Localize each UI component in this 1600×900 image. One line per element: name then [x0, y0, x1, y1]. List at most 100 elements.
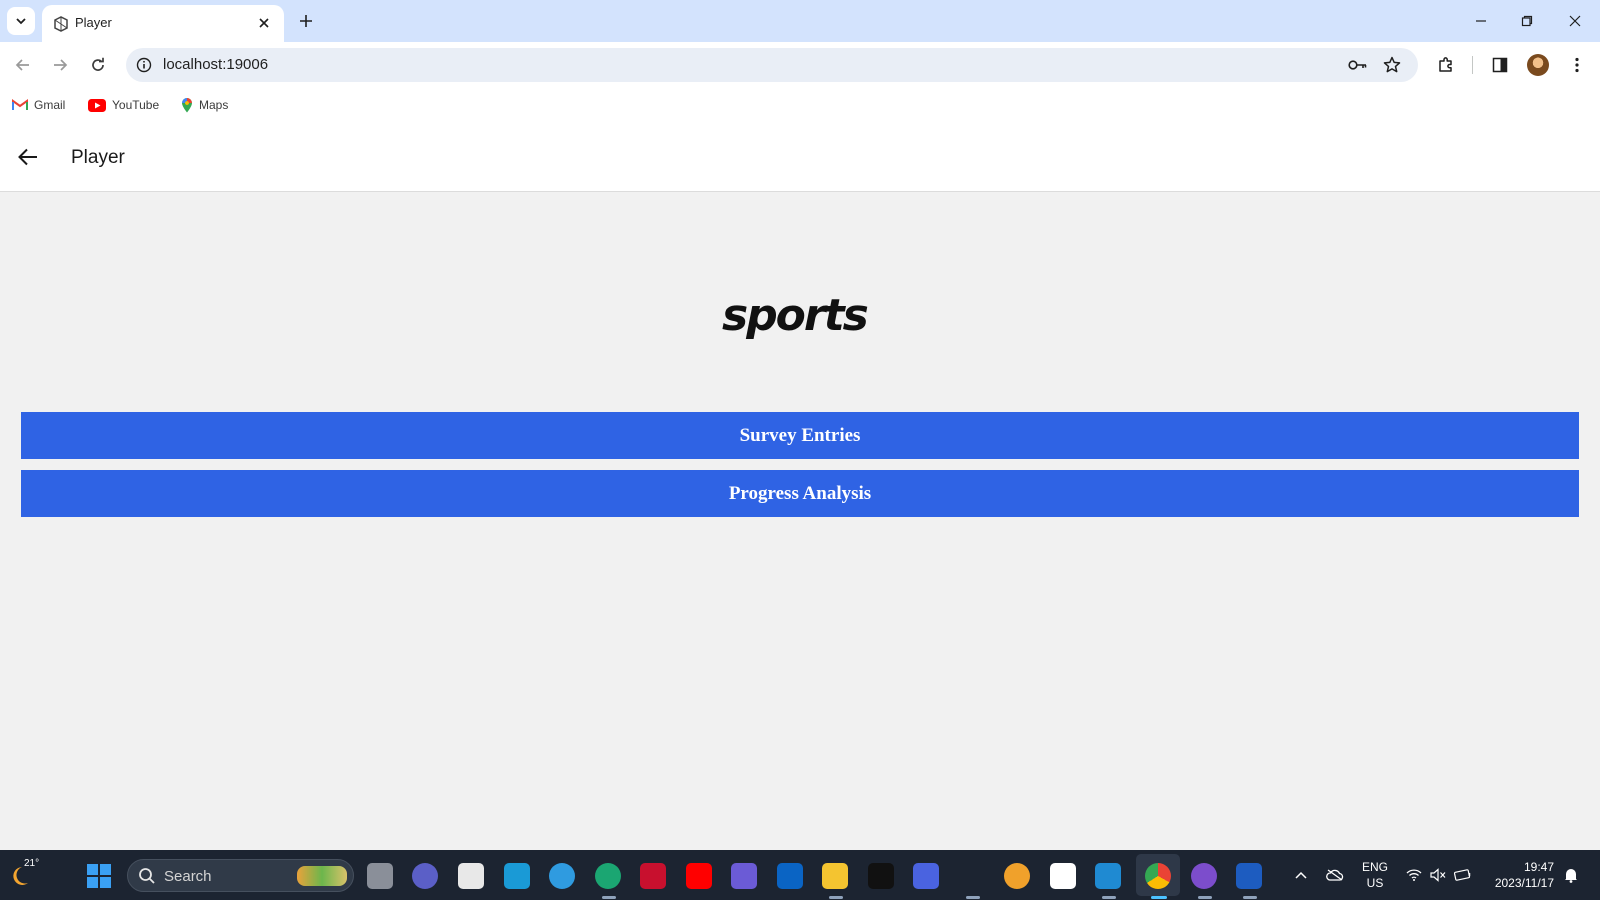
- gmail-icon: [12, 99, 28, 110]
- browser-tabstrip: Player: [0, 0, 1600, 42]
- volume-muted-icon: [1430, 868, 1446, 882]
- running-indicator-active: [1151, 896, 1167, 899]
- side-panel-icon: [1492, 57, 1508, 73]
- search-icon: [139, 868, 155, 884]
- tab-title: Player: [75, 15, 112, 30]
- browser-tab-active[interactable]: Player: [42, 5, 284, 42]
- battery-tray-button[interactable]: [1454, 866, 1472, 884]
- info-icon: [136, 57, 152, 73]
- tab-search-button[interactable]: [7, 7, 35, 35]
- progress-analysis-button[interactable]: Progress Analysis: [21, 470, 1579, 517]
- word-icon[interactable]: [1236, 863, 1262, 889]
- back-button[interactable]: [11, 53, 35, 77]
- site-info-button[interactable]: [134, 55, 154, 75]
- arrow-right-icon: [54, 59, 68, 71]
- tab-close-button[interactable]: [254, 13, 274, 33]
- key-icon: [1348, 60, 1367, 70]
- bookmark-youtube[interactable]: YouTube: [88, 96, 159, 114]
- start-button[interactable]: [87, 864, 111, 888]
- minimize-button[interactable]: [1469, 9, 1493, 33]
- extensions-button[interactable]: [1434, 53, 1458, 77]
- cloud-off-icon: [1326, 869, 1344, 881]
- app-header: Player: [0, 122, 1600, 192]
- side-panel-button[interactable]: [1488, 53, 1512, 77]
- restore-icon: [1521, 15, 1533, 27]
- chrome-icon[interactable]: [1145, 863, 1171, 889]
- header-back-button[interactable]: [14, 145, 42, 169]
- bookmark-label: Gmail: [34, 98, 66, 112]
- mcafee-icon[interactable]: [640, 863, 666, 889]
- minimize-icon: [1476, 20, 1486, 22]
- contact-app-icon[interactable]: [1050, 863, 1076, 889]
- sports-logo: sports: [722, 290, 870, 341]
- url-text[interactable]: localhost:19006: [163, 56, 268, 73]
- vpn-icon[interactable]: [1004, 863, 1030, 889]
- windows-taskbar: 21° Search ENG US 19:47 2023/11/17: [0, 850, 1600, 900]
- page-title: Player: [71, 147, 125, 168]
- wifi-tray-button[interactable]: [1405, 866, 1423, 884]
- myhp-icon[interactable]: [504, 863, 530, 889]
- running-indicator: [829, 896, 843, 899]
- running-indicator: [1243, 896, 1257, 899]
- bookmark-gmail[interactable]: Gmail: [12, 96, 65, 114]
- edge-icon[interactable]: [595, 863, 621, 889]
- volume-tray-button[interactable]: [1429, 866, 1447, 884]
- tray-overflow-button[interactable]: [1292, 866, 1310, 884]
- toolbar-divider: [1472, 56, 1473, 74]
- tiktok-icon[interactable]: [868, 863, 894, 889]
- language-indicator[interactable]: ENG US: [1362, 859, 1388, 891]
- language-line1: ENG: [1362, 860, 1389, 874]
- file-explorer-icon[interactable]: [822, 863, 848, 889]
- reload-icon: [92, 57, 104, 71]
- system-clock[interactable]: 19:47 2023/11/17: [1488, 859, 1554, 891]
- wifi-icon: [1406, 869, 1422, 881]
- microsoft-store-icon[interactable]: [458, 863, 484, 889]
- teams-icon[interactable]: [412, 863, 438, 889]
- search-highlight-image: [297, 866, 347, 886]
- onedrive-tray-button[interactable]: [1326, 866, 1344, 884]
- chevron-down-icon: [16, 18, 26, 25]
- language-line2: US: [1366, 876, 1384, 890]
- more-vertical-icon: [1575, 57, 1579, 73]
- get-help-icon[interactable]: [549, 863, 575, 889]
- search-placeholder: Search: [164, 868, 212, 885]
- vscode-icon[interactable]: [1095, 863, 1121, 889]
- notifications-button[interactable]: [1562, 866, 1580, 884]
- bookmark-maps[interactable]: Maps: [181, 96, 228, 114]
- react-favicon-icon: [54, 16, 68, 32]
- running-indicator: [1102, 896, 1116, 899]
- browser-toolbar: localhost:19006: [0, 42, 1600, 88]
- plus-icon: [300, 15, 312, 27]
- task-view-icon[interactable]: [367, 863, 393, 889]
- running-indicator: [966, 896, 980, 899]
- new-tab-button[interactable]: [294, 9, 318, 33]
- clock-time: 19:47: [1523, 860, 1554, 874]
- power-automate-icon[interactable]: [731, 863, 757, 889]
- restore-button[interactable]: [1515, 9, 1539, 33]
- survey-entries-button[interactable]: Survey Entries: [21, 412, 1579, 459]
- close-icon: [259, 18, 269, 28]
- chevron-up-icon: [1295, 871, 1307, 879]
- address-bar[interactable]: localhost:19006: [126, 48, 1418, 82]
- running-indicator: [1198, 896, 1212, 899]
- bookmark-star-button[interactable]: [1382, 55, 1402, 75]
- browser-menu-button[interactable]: [1565, 53, 1589, 77]
- windows-logo-tile: [87, 864, 98, 875]
- youtube-app-icon[interactable]: [686, 863, 712, 889]
- taskbar-search[interactable]: Search: [127, 859, 354, 892]
- running-indicator: [602, 896, 616, 899]
- outlook-icon[interactable]: [777, 863, 803, 889]
- bookmark-label: YouTube: [112, 98, 160, 112]
- reload-button[interactable]: [86, 53, 110, 77]
- windows-logo-tile: [87, 877, 98, 888]
- app-icon[interactable]: [913, 863, 939, 889]
- bing-icon[interactable]: [959, 863, 985, 889]
- profile-avatar[interactable]: [1527, 54, 1549, 76]
- temperature-text: 21°: [24, 858, 40, 869]
- puzzle-icon: [1439, 57, 1452, 72]
- close-window-button[interactable]: [1563, 9, 1587, 33]
- password-key-button[interactable]: [1348, 55, 1368, 75]
- github-desktop-icon[interactable]: [1191, 863, 1217, 889]
- youtube-icon: [88, 98, 106, 112]
- forward-button[interactable]: [48, 53, 72, 77]
